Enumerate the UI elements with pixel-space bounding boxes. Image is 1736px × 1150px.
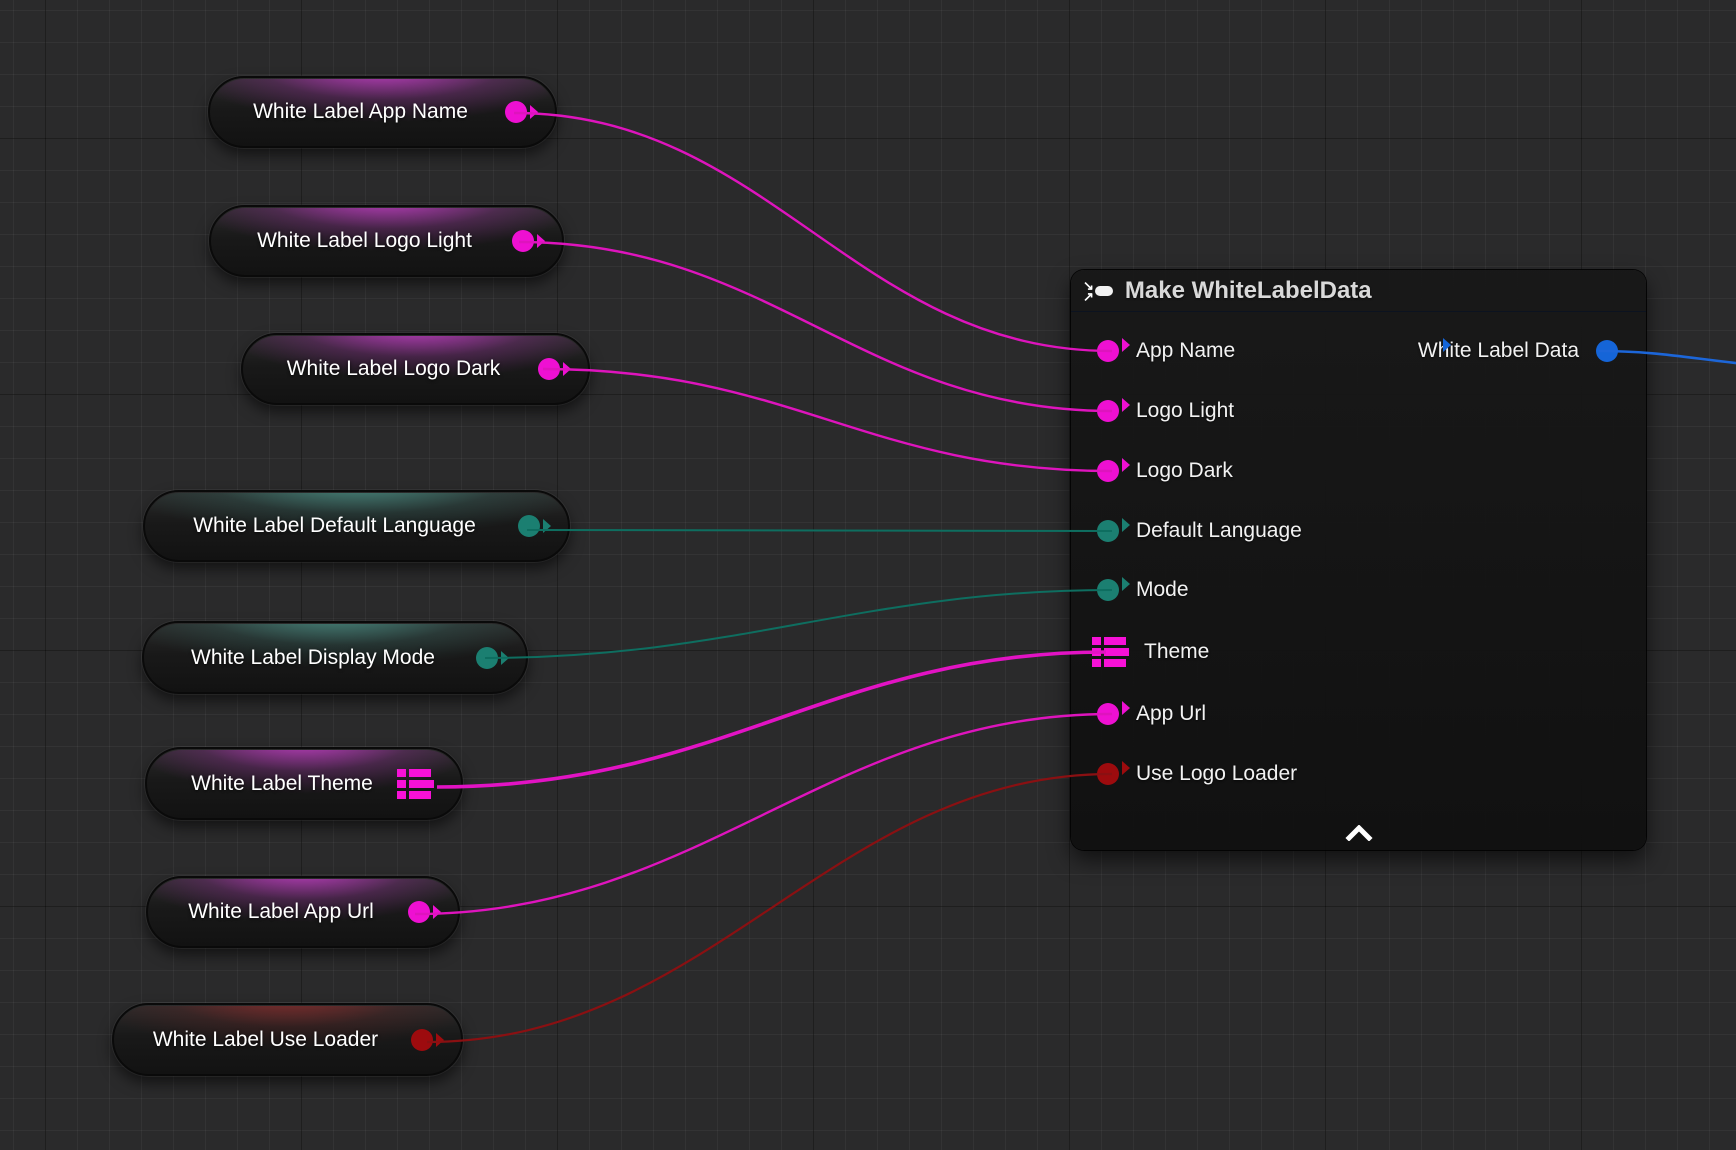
struct-pin-icon[interactable] [1092, 637, 1128, 667]
collapse-node-button[interactable] [1342, 822, 1376, 844]
bool-pin-icon[interactable] [411, 1029, 433, 1051]
bool-pin-icon[interactable] [1097, 763, 1119, 785]
wire-app-url[interactable] [415, 714, 1112, 914]
string-pin-icon[interactable] [1097, 460, 1119, 482]
pin-label: Default Language [1136, 519, 1302, 543]
pin-row-mode: Mode [1097, 573, 1189, 607]
string-pin-icon[interactable] [512, 230, 534, 252]
wire-use-loader[interactable] [427, 774, 1112, 1042]
pin-label: App Url [1136, 702, 1206, 726]
pin-label: Logo Dark [1136, 459, 1233, 483]
wire-display-mode[interactable] [485, 590, 1112, 658]
getter-node-white-label-display-mode[interactable]: White Label Display Mode [142, 621, 528, 694]
string-pin-icon[interactable] [538, 358, 560, 380]
string-pin-icon[interactable] [1097, 400, 1119, 422]
pin-row-default-language: Default Language [1097, 514, 1302, 548]
enum-pin-icon[interactable] [518, 515, 540, 537]
pin-label: App Name [1136, 339, 1235, 363]
node-label: White Label App Url [162, 900, 444, 924]
wire-default-language[interactable] [527, 530, 1112, 531]
pin-row-app-name: App Name [1097, 334, 1235, 368]
make-struct-icon: ↘↗ [1083, 280, 1113, 302]
pin-label: Use Logo Loader [1136, 762, 1297, 786]
node-label: White Label Logo Dark [261, 357, 571, 381]
pin-label: Theme [1144, 640, 1209, 664]
enum-pin-icon[interactable] [1097, 520, 1119, 542]
pin-row-white-label-data: White Label Data [1418, 334, 1618, 368]
node-label: White Label Display Mode [165, 646, 505, 670]
getter-node-white-label-logo-dark[interactable]: White Label Logo Dark [241, 333, 590, 405]
pin-row-logo-light: Logo Light [1097, 394, 1234, 428]
pin-row-logo-dark: Logo Dark [1097, 454, 1233, 488]
pin-label: Logo Light [1136, 399, 1234, 423]
getter-node-white-label-app-url[interactable]: White Label App Url [146, 876, 460, 948]
pin-row-app-url: App Url [1097, 697, 1206, 731]
object-pin-icon[interactable] [1596, 340, 1618, 362]
getter-node-white-label-theme[interactable]: White Label Theme [145, 747, 463, 820]
blueprint-graph-canvas[interactable]: White Label App Name White Label Logo Li… [0, 0, 1736, 1150]
node-title: Make WhiteLabelData [1125, 277, 1372, 305]
node-label: White Label Logo Light [231, 229, 542, 253]
node-label: White Label Use Loader [127, 1028, 448, 1052]
wire-theme[interactable] [437, 652, 1106, 787]
string-pin-icon[interactable] [408, 901, 430, 923]
getter-node-white-label-use-loader[interactable]: White Label Use Loader [112, 1003, 463, 1076]
getter-node-white-label-default-language[interactable]: White Label Default Language [143, 490, 570, 562]
struct-pin-icon[interactable] [397, 769, 433, 799]
node-label: White Label Default Language [167, 514, 546, 538]
chevron-up-icon [1345, 825, 1373, 841]
wire-logo-dark[interactable] [543, 369, 1112, 471]
string-pin-icon[interactable] [505, 101, 527, 123]
node-header[interactable]: ↘↗ Make WhiteLabelData [1071, 270, 1646, 312]
string-pin-icon[interactable] [1097, 703, 1119, 725]
pin-label: Mode [1136, 578, 1189, 602]
make-whitelabeldata-node[interactable]: ↘↗ Make WhiteLabelData App Name Logo Lig… [1071, 270, 1646, 850]
wire-app-name[interactable] [514, 113, 1112, 351]
enum-pin-icon[interactable] [1097, 579, 1119, 601]
pin-row-use-logo-loader: Use Logo Loader [1097, 757, 1297, 791]
wire-logo-light[interactable] [519, 242, 1112, 411]
getter-node-white-label-app-name[interactable]: White Label App Name [208, 76, 557, 148]
getter-node-white-label-logo-light[interactable]: White Label Logo Light [209, 205, 564, 277]
string-pin-icon[interactable] [1097, 340, 1119, 362]
enum-pin-icon[interactable] [476, 647, 498, 669]
pin-row-theme: Theme [1097, 635, 1209, 669]
node-label: White Label App Name [227, 100, 538, 124]
